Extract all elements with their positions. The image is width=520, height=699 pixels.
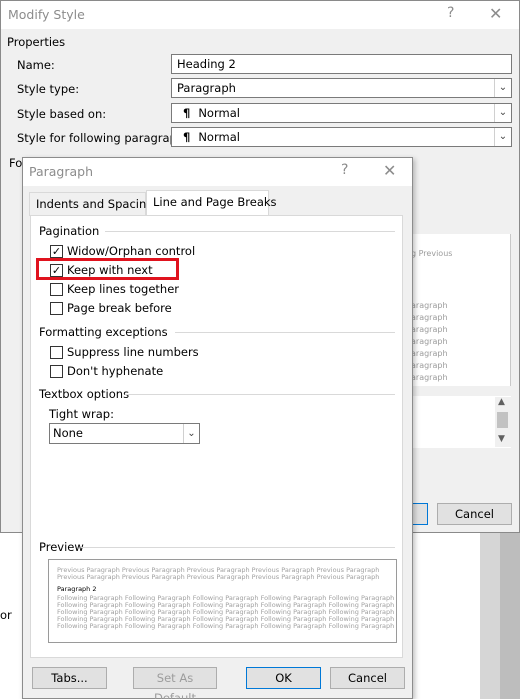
- close-icon[interactable]: ✕: [383, 161, 396, 180]
- ghost-text: aragraph: [411, 373, 448, 382]
- chevron-down-icon[interactable]: ⌄: [494, 79, 511, 97]
- name-value: Heading 2: [177, 57, 236, 71]
- paragraph-preview-box: Previous Paragraph Previous Paragraph Pr…: [48, 559, 397, 643]
- background-scrollbar: [500, 533, 520, 699]
- properties-heading: Properties: [7, 35, 66, 49]
- outer-cancel-button[interactable]: Cancel: [437, 503, 512, 525]
- divider: [105, 231, 395, 232]
- ok-button[interactable]: OK: [246, 667, 321, 689]
- ghost-text: aragraph: [411, 361, 448, 370]
- checkbox-unchecked-icon[interactable]: [50, 302, 63, 315]
- page-break-before-checkbox[interactable]: Page break before: [50, 301, 210, 317]
- pilcrow-icon: ¶: [183, 106, 191, 120]
- based-on-select[interactable]: ¶ Normal ⌄: [171, 103, 512, 123]
- close-icon[interactable]: ✕: [489, 4, 502, 23]
- preview-line: Previous Paragraph Previous Paragraph Pr…: [57, 573, 380, 581]
- cancel-button[interactable]: Cancel: [330, 667, 405, 689]
- dont-hyphenate-label: Don't hyphenate: [67, 364, 164, 378]
- name-label: Name:: [17, 58, 55, 72]
- ghost-text: aragraph: [411, 349, 448, 358]
- tight-wrap-select[interactable]: None ⌄: [49, 423, 200, 444]
- checkbox-unchecked-icon[interactable]: [50, 346, 63, 359]
- description-scrollbar[interactable]: ▲ ▼: [495, 397, 511, 447]
- ghost-text: aragraph: [411, 301, 448, 310]
- paragraph-titlebar: Paragraph ? ✕: [23, 158, 412, 186]
- following-select[interactable]: ¶ Normal ⌄: [171, 127, 512, 147]
- divider: [125, 394, 395, 395]
- following-label: Style for following paragraph:: [17, 131, 189, 145]
- chevron-down-icon[interactable]: ⌄: [494, 128, 511, 146]
- scroll-thumb[interactable]: [497, 412, 508, 428]
- style-type-value: Paragraph: [177, 81, 236, 95]
- preview-line: Following Paragraph Following Paragraph …: [57, 622, 395, 630]
- chevron-down-icon[interactable]: ⌄: [494, 104, 511, 122]
- checkbox-unchecked-icon[interactable]: [50, 283, 63, 296]
- tab-indents-and-spacing[interactable]: Indents and Spacing: [29, 192, 154, 216]
- outer-ok-button[interactable]: [411, 503, 428, 525]
- ghost-text: aragraph: [411, 325, 448, 334]
- preview-heading: Preview: [39, 540, 84, 554]
- help-icon[interactable]: ?: [341, 162, 348, 178]
- pilcrow-icon: ¶: [183, 130, 191, 144]
- preview-current-paragraph: Paragraph 2: [57, 585, 97, 593]
- ghost-text: aragraph: [411, 337, 448, 346]
- dont-hyphenate-checkbox[interactable]: Don't hyphenate: [50, 364, 230, 380]
- based-on-value: Normal: [198, 106, 240, 120]
- keep-lines-together-checkbox[interactable]: Keep lines together: [50, 282, 210, 298]
- style-type-select[interactable]: Paragraph ⌄: [171, 78, 512, 98]
- scroll-down-icon[interactable]: ▼: [498, 434, 505, 444]
- divider: [175, 332, 395, 333]
- page-break-before-label: Page break before: [67, 301, 172, 315]
- help-icon[interactable]: ?: [447, 5, 454, 21]
- keep-with-next-highlight: [36, 258, 179, 280]
- name-field[interactable]: Heading 2: [171, 54, 512, 74]
- style-type-label: Style type:: [17, 82, 80, 96]
- based-on-label: Style based on:: [17, 107, 107, 121]
- tight-wrap-label: Tight wrap:: [49, 407, 114, 421]
- widow-orphan-label: Widow/Orphan control: [67, 244, 196, 258]
- scroll-up-icon[interactable]: ▲: [498, 397, 505, 407]
- divider: [81, 547, 395, 548]
- pagination-heading: Pagination: [39, 224, 100, 238]
- tight-wrap-value: None: [53, 426, 84, 440]
- textbox-options-heading: Textbox options: [39, 387, 130, 401]
- suppress-line-numbers-checkbox[interactable]: Suppress line numbers: [50, 345, 230, 361]
- tab-line-and-page-breaks[interactable]: Line and Page Breaks: [146, 190, 277, 216]
- paragraph-title: Paragraph: [29, 164, 94, 179]
- keep-lines-together-label: Keep lines together: [67, 282, 179, 296]
- tabs-button[interactable]: Tabs...: [32, 667, 107, 689]
- ghost-text: aragraph: [411, 313, 448, 322]
- checkbox-unchecked-icon[interactable]: [50, 365, 63, 378]
- checkbox-checked-icon[interactable]: ✓: [50, 245, 63, 258]
- formatting-exceptions-heading: Formatting exceptions: [39, 325, 168, 339]
- paragraph-dialog: Paragraph ? ✕ Indents and Spacing Line a…: [22, 157, 413, 699]
- ghost-text: g Previous: [411, 249, 453, 258]
- background-text: or: [0, 608, 12, 622]
- modify-style-titlebar: Modify Style ? ✕: [1, 1, 519, 29]
- following-value: Normal: [198, 130, 240, 144]
- modify-style-title: Modify Style: [8, 7, 85, 22]
- set-as-default-button[interactable]: Set As Default: [133, 667, 217, 699]
- suppress-line-numbers-label: Suppress line numbers: [67, 345, 199, 359]
- chevron-down-icon[interactable]: ⌄: [183, 424, 199, 443]
